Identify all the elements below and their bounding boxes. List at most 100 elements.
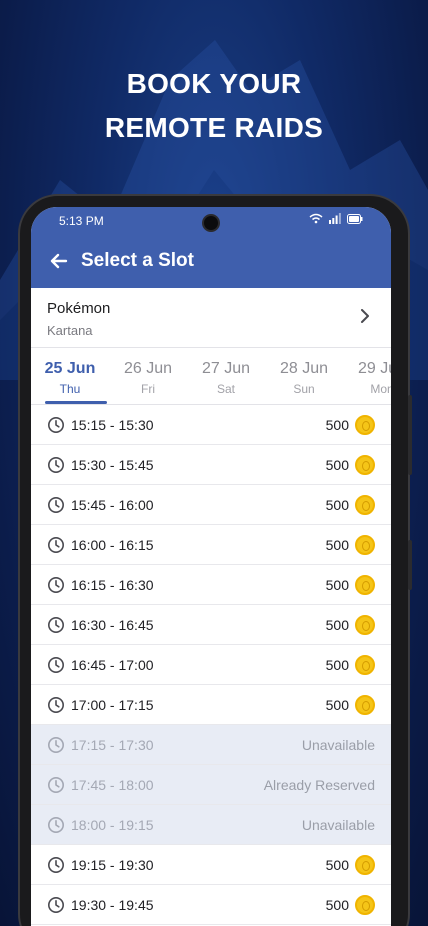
pokemon-value: Kartana <box>47 323 93 338</box>
date-tab-day: 25 Jun <box>44 360 96 377</box>
phone-side-button <box>408 395 412 475</box>
slot-right: Unavailable <box>302 737 375 753</box>
slot-right: Unavailable <box>302 817 375 833</box>
clock-icon <box>48 696 64 713</box>
slot-right: 500 <box>325 854 375 875</box>
clock-icon <box>48 456 64 473</box>
coin-icon <box>355 454 375 475</box>
app-screen: 5:13 PM Select a Slot Pokémon Kartana 25… <box>31 207 391 926</box>
slot-list: 15:15 - 15:30 500 15:30 - 15:45 500 15:45 - … <box>31 405 391 925</box>
battery-icon <box>347 213 363 224</box>
chevron-right-icon <box>361 309 369 323</box>
coin-icon <box>355 494 375 515</box>
clock-icon <box>48 496 64 513</box>
slot-time: 19:15 - 19:30 <box>71 856 154 873</box>
date-tab-weekday: Thu <box>59 382 81 396</box>
coin-icon <box>355 614 375 635</box>
status-icons <box>309 213 363 224</box>
slot-price: 500 <box>325 616 349 633</box>
slot-price: 500 <box>325 656 349 673</box>
title-bar: Select a Slot <box>31 233 391 288</box>
slot-row[interactable]: 17:00 - 17:15 500 <box>31 685 391 725</box>
date-tab[interactable]: 29 Jun Mon <box>343 348 391 404</box>
slot-status: Unavailable <box>301 816 375 833</box>
slot-time: 15:45 - 16:00 <box>71 496 154 513</box>
status-bar: 5:13 PM <box>31 207 391 233</box>
slot-row[interactable]: 15:30 - 15:45 500 <box>31 445 391 485</box>
wifi-icon <box>309 213 323 224</box>
date-tab[interactable]: 26 Jun Fri <box>109 348 187 404</box>
clock-icon <box>48 536 64 553</box>
status-time: 5:13 PM <box>59 214 104 228</box>
clock-icon <box>48 816 64 833</box>
coin-icon <box>355 534 375 555</box>
slot-time: 16:30 - 16:45 <box>71 616 154 633</box>
clock-icon <box>48 616 64 633</box>
signal-icon <box>329 213 341 224</box>
date-tab-weekday: Sun <box>293 382 315 396</box>
slot-row[interactable]: 15:45 - 16:00 500 <box>31 485 391 525</box>
coin-icon <box>355 854 375 875</box>
slot-price: 500 <box>325 576 349 593</box>
slot-price: 500 <box>325 416 349 433</box>
slot-time: 16:15 - 16:30 <box>71 576 154 593</box>
clock-icon <box>48 656 64 673</box>
slot-row[interactable]: 19:15 - 19:30 500 <box>31 845 391 885</box>
slot-right: 500 <box>325 534 375 555</box>
coin-icon <box>355 574 375 595</box>
headline-line1: BOOK YOUR <box>126 68 302 99</box>
date-tabs: 25 Jun Thu 26 Jun Fri 27 Jun Sat 28 Jun Sun 29 J… <box>31 348 391 405</box>
date-tab-day: 29 Jun <box>357 360 391 377</box>
coin-icon <box>355 894 375 915</box>
phone-side-button <box>408 540 412 590</box>
app-bar: 5:13 PM Select a Slot <box>31 207 391 288</box>
slot-right: 500 <box>325 494 375 515</box>
slot-time: 15:30 - 15:45 <box>71 456 154 473</box>
clock-icon <box>48 576 64 593</box>
slot-row: 18:00 - 19:15 Unavailable <box>31 805 391 845</box>
slot-price: 500 <box>325 536 349 553</box>
coin-icon <box>355 414 375 435</box>
coin-icon <box>355 694 375 715</box>
date-tab[interactable]: 27 Jun Sat <box>187 348 265 404</box>
slot-row[interactable]: 15:15 - 15:30 500 <box>31 405 391 445</box>
slot-right: 500 <box>325 454 375 475</box>
slot-price: 500 <box>325 496 349 513</box>
slot-right: 500 <box>325 614 375 635</box>
slot-right: 500 <box>325 574 375 595</box>
back-arrow-icon[interactable] <box>49 251 69 271</box>
slot-time: 17:45 - 18:00 <box>71 776 154 793</box>
slot-row[interactable]: 16:30 - 16:45 500 <box>31 605 391 645</box>
slot-row[interactable]: 16:45 - 17:00 500 <box>31 645 391 685</box>
slot-right: Already Reserved <box>264 777 375 793</box>
page-title: Select a Slot <box>81 249 194 271</box>
date-tab[interactable]: 28 Jun Sun <box>265 348 343 404</box>
slot-price: 500 <box>325 696 349 713</box>
date-tab[interactable]: 25 Jun Thu <box>31 348 109 404</box>
slot-time: 17:15 - 17:30 <box>71 736 154 753</box>
slot-price: 500 <box>325 856 349 873</box>
coin-icon <box>355 654 375 675</box>
slot-price: 500 <box>325 896 349 913</box>
slot-time: 17:00 - 17:15 <box>71 696 154 713</box>
slot-row[interactable]: 16:00 - 16:15 500 <box>31 525 391 565</box>
clock-icon <box>48 856 64 873</box>
slot-row: 17:45 - 18:00 Already Reserved <box>31 765 391 805</box>
slot-time: 19:30 - 19:45 <box>71 896 154 913</box>
pokemon-selector[interactable]: Pokémon Kartana <box>31 288 391 348</box>
slot-right: 500 <box>325 894 375 915</box>
slot-row[interactable]: 16:15 - 16:30 500 <box>31 565 391 605</box>
date-tab-weekday: Mon <box>370 382 391 396</box>
slot-time: 16:00 - 16:15 <box>71 536 154 553</box>
pokemon-label: Pokémon <box>47 300 111 317</box>
headline-line2: REMOTE RAIDS <box>104 112 324 143</box>
slot-row[interactable]: 19:30 - 19:45 500 <box>31 885 391 925</box>
slot-right: 500 <box>325 654 375 675</box>
camera-cutout <box>202 214 220 232</box>
slot-status: Already Reserved <box>263 776 375 793</box>
date-tab-day: 28 Jun <box>279 360 329 377</box>
clock-icon <box>48 896 64 913</box>
slot-price: 500 <box>325 456 349 473</box>
date-tab-day: 26 Jun <box>123 360 173 377</box>
slot-right: 500 <box>325 694 375 715</box>
